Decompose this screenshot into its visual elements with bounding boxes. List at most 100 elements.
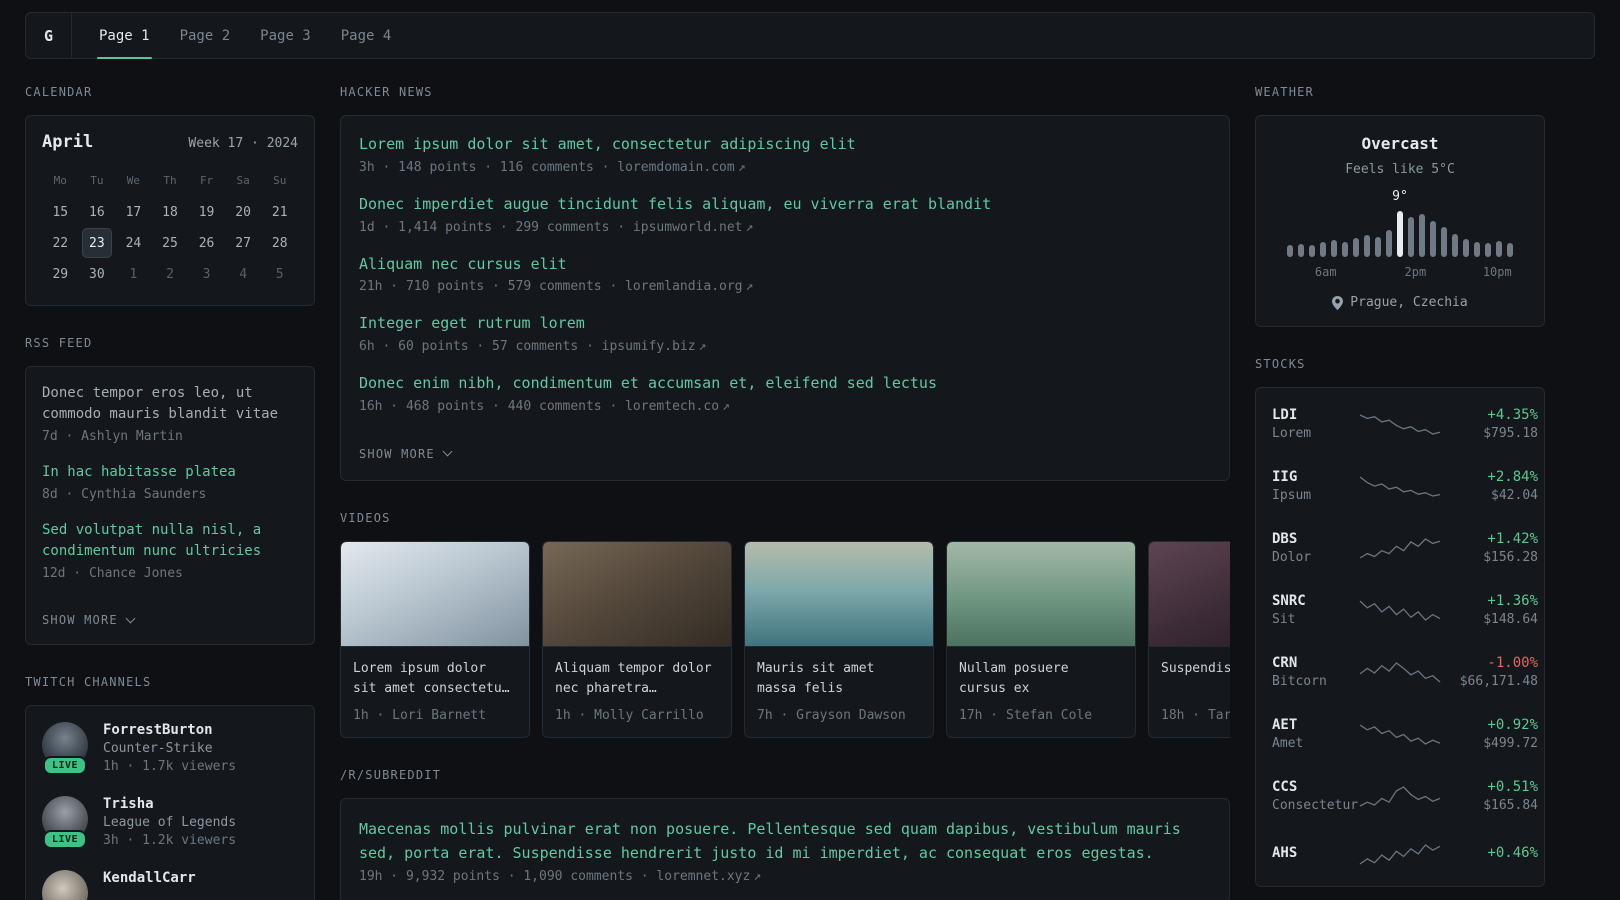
stock-id: IIG Ipsum xyxy=(1272,469,1358,503)
tab-page-3[interactable]: Page 3 xyxy=(245,13,326,58)
external-link-icon[interactable]: ↗ xyxy=(753,869,761,884)
app-logo[interactable]: G xyxy=(26,13,72,58)
weather-hour-bar xyxy=(1298,244,1304,257)
dow-label: Su xyxy=(273,174,287,187)
stock-row-ahs[interactable]: AHS +0.46% xyxy=(1272,827,1538,881)
stock-row-aet[interactable]: AET Amet +0.92% $499.72 xyxy=(1272,703,1538,765)
video-body: Suspendisse diam 18h · Tara xyxy=(1149,647,1230,737)
stock-sparkline xyxy=(1359,538,1441,559)
rss-item-link[interactable]: Sed volutpat nulla nisl, a condimentum n… xyxy=(42,520,298,562)
calendar-header: April Week 17 · 2024 xyxy=(42,132,298,152)
weather-hour-bar xyxy=(1507,243,1513,257)
page-tabs: Page 1 Page 2 Page 3 Page 4 xyxy=(84,13,407,59)
weather-hour-bar xyxy=(1375,237,1381,257)
rss-item: In hac habitasse platea 8d · Cynthia Sau… xyxy=(42,462,298,502)
video-card[interactable]: Nullam posuere cursus ex 17h · Stefan Co… xyxy=(946,540,1136,738)
rss-widget: RSS FEED Donec tempor eros leo, ut commo… xyxy=(25,336,315,645)
hacker-news-section-title: HACKER NEWS xyxy=(340,85,433,99)
rss-item-link[interactable]: In hac habitasse platea xyxy=(42,462,298,483)
stock-price: $148.64 xyxy=(1483,612,1538,627)
stock-row-iig[interactable]: IIG Ipsum +2.84% $42.04 xyxy=(1272,455,1538,517)
news-item: Donec imperdiet augue tincidunt felis al… xyxy=(359,194,1211,235)
weather-hourly-bars: 9° xyxy=(1272,189,1528,257)
calendar-day: 25 xyxy=(162,235,178,251)
stock-price: $66,171.48 xyxy=(1459,674,1538,689)
videos-scroll-row[interactable]: Lorem ipsum dolor sit amet consectetu… 1… xyxy=(340,540,1230,738)
rss-card: Donec tempor eros leo, ut commodo mauris… xyxy=(25,366,315,645)
video-body: Aliquam tempor dolor nec pharetra… 1h · … xyxy=(543,647,731,737)
video-card[interactable]: Suspendisse diam 18h · Tara xyxy=(1148,540,1230,738)
weather-hour-bar xyxy=(1474,242,1480,257)
calendar-day: 17 xyxy=(125,204,142,220)
video-body: Nullam posuere cursus ex 17h · Stefan Co… xyxy=(947,647,1135,737)
news-meta-text: 1d · 1,414 points · 299 comments · ipsum… xyxy=(359,219,743,235)
weather-hour-bar xyxy=(1496,241,1502,257)
video-meta: 7h · Grayson Dawson xyxy=(757,707,906,723)
stock-sparkline xyxy=(1359,662,1441,683)
video-card[interactable]: Mauris sit amet massa felis 7h · Grayson… xyxy=(744,540,934,738)
weather-hour-bar: 9° xyxy=(1392,189,1408,257)
video-title: Lorem ipsum dolor sit amet consectetu… xyxy=(353,660,510,696)
stock-row-snrc[interactable]: SNRC Sit +1.36% $148.64 xyxy=(1272,579,1538,641)
stock-row-dbs[interactable]: DBS Dolor +1.42% $156.28 xyxy=(1272,517,1538,579)
stock-change: +2.84% xyxy=(1487,469,1538,485)
news-meta-text: 21h · 710 points · 579 comments · loreml… xyxy=(359,279,743,295)
calendar-day: 15 xyxy=(52,204,69,220)
weather-hour-bar xyxy=(1331,240,1337,257)
news-title-link[interactable]: Aliquam nec cursus elit xyxy=(359,254,1211,276)
stock-ticker: AET xyxy=(1272,717,1298,733)
news-item: Integer eget rutrum lorem 6h · 60 points… xyxy=(359,313,1211,354)
tab-page-4[interactable]: Page 4 xyxy=(326,13,407,58)
chevron-down-icon xyxy=(442,446,453,457)
weather-time-labels: 6am 2pm 10pm xyxy=(1272,265,1528,283)
news-title-link[interactable]: Donec enim nibh, condimentum et accumsan… xyxy=(359,373,1211,395)
rss-show-more-button[interactable]: SHOW MORE xyxy=(42,613,136,627)
stock-name: Ipsum xyxy=(1272,488,1312,503)
stock-change: +0.46% xyxy=(1487,844,1538,861)
rss-item-meta: 8d · Cynthia Saunders xyxy=(42,487,207,502)
live-badge: LIVE xyxy=(42,756,88,775)
tab-page-1[interactable]: Page 1 xyxy=(84,13,165,59)
stock-values: +2.84% $42.04 xyxy=(1442,469,1538,503)
news-title-link[interactable]: Donec imperdiet augue tincidunt felis al… xyxy=(359,194,1211,216)
weather-hour-bar xyxy=(1364,235,1370,257)
external-link-icon[interactable]: ↗ xyxy=(746,279,754,294)
news-title-link[interactable]: Lorem ipsum dolor sit amet, consectetur … xyxy=(359,134,1211,156)
stock-row-ldi[interactable]: LDI Lorem +4.35% $795.18 xyxy=(1272,393,1538,455)
calendar-day: 30 xyxy=(89,266,105,282)
video-card[interactable]: Lorem ipsum dolor sit amet consectetu… 1… xyxy=(340,540,530,738)
stock-price: $42.04 xyxy=(1491,488,1538,503)
live-badge: LIVE xyxy=(42,830,88,849)
rss-item-meta: 7d · Ashlyn Martin xyxy=(42,429,183,444)
rss-item-link[interactable]: Donec tempor eros leo, ut commodo mauris… xyxy=(42,383,298,425)
show-more-label: SHOW MORE xyxy=(42,613,118,627)
hacker-news-show-more-button[interactable]: SHOW MORE xyxy=(359,446,453,461)
news-title-link[interactable]: Integer eget rutrum lorem xyxy=(359,313,1211,335)
twitch-channel-forrestburton[interactable]: LIVE ForrestBurton Counter-Strike 1h · 1… xyxy=(42,722,298,775)
twitch-channel-trisha[interactable]: LIVE Trisha League of Legends 3h · 1.2k … xyxy=(42,796,298,849)
weather-location: Prague, Czechia xyxy=(1272,295,1528,310)
video-card[interactable]: Aliquam tempor dolor nec pharetra… 1h · … xyxy=(542,540,732,738)
news-meta: 21h · 710 points · 579 comments · loreml… xyxy=(359,279,1211,294)
stocks-widget: STOCKS LDI Lorem +4.35% $795.18 IIG Ipsum +… xyxy=(1255,357,1545,887)
stock-row-ccs[interactable]: CCS Consectetur +0.51% $165.84 xyxy=(1272,765,1538,827)
stock-row-crn[interactable]: CRN Bitcorn -1.00% $66,171.48 xyxy=(1272,641,1538,703)
location-pin-icon xyxy=(1332,295,1344,310)
external-link-icon[interactable]: ↗ xyxy=(746,220,754,235)
channel-avatar-image xyxy=(42,870,88,900)
subreddit-section-title: /R/SUBREDDIT xyxy=(340,767,442,782)
weather-location-text: Prague, Czechia xyxy=(1350,295,1468,310)
stock-price: $165.84 xyxy=(1483,798,1538,813)
stock-ticker: DBS xyxy=(1272,531,1298,547)
twitch-channel-kendallcarr[interactable]: KendallCarr xyxy=(42,870,298,900)
external-link-icon[interactable]: ↗ xyxy=(699,339,707,354)
external-link-icon[interactable]: ↗ xyxy=(722,399,730,414)
video-thumbnail xyxy=(745,541,933,647)
video-meta: 1h · Molly Carrillo xyxy=(555,707,704,723)
post-title-link[interactable]: Maecenas mollis pulvinar erat non posuer… xyxy=(359,817,1211,865)
external-link-icon[interactable]: ↗ xyxy=(738,160,746,175)
video-title: Nullam posuere cursus ex xyxy=(959,660,1069,696)
calendar-day: 23 xyxy=(81,228,112,258)
dow-label: Th xyxy=(163,174,177,187)
tab-page-2[interactable]: Page 2 xyxy=(165,13,246,58)
